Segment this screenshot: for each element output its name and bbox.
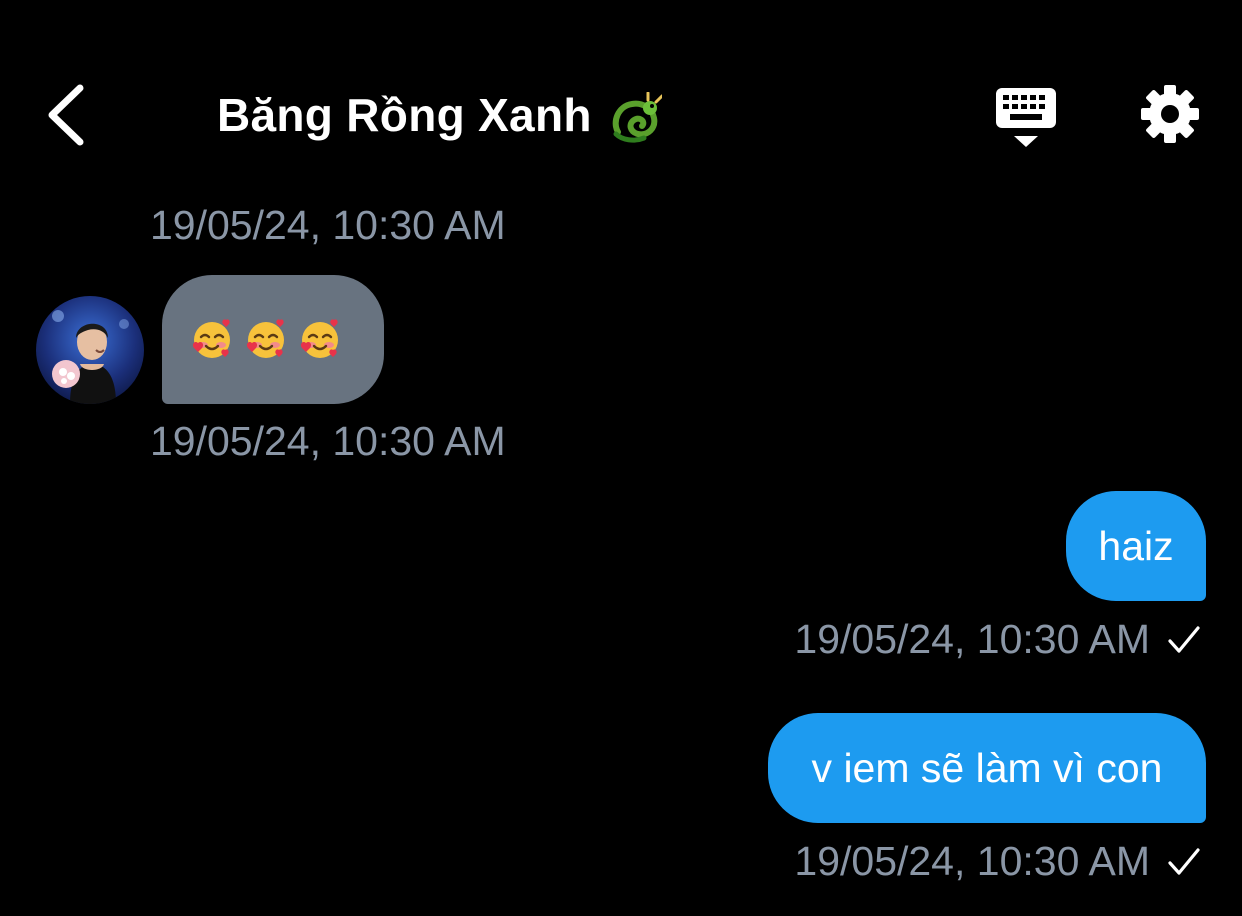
- keyboard-button[interactable]: [990, 84, 1062, 150]
- contact-avatar[interactable]: [36, 296, 144, 404]
- incoming-message-bubble[interactable]: [162, 275, 384, 404]
- gear-icon: [1141, 85, 1199, 143]
- avatar-photo: [36, 296, 144, 404]
- chevron-left-icon: [48, 84, 84, 146]
- check-icon: [1168, 848, 1200, 875]
- message-timestamp: 19/05/24, 10:30 AM: [150, 418, 506, 464]
- outgoing-message-bubble[interactable]: v iem sẽ làm vì con: [768, 713, 1206, 823]
- keyboard-icon: [996, 88, 1056, 147]
- message-timestamp: 19/05/24, 10:30 AM: [794, 616, 1150, 662]
- chat-header: Băng Rồng Xanh: [0, 0, 1242, 180]
- smiling-face-with-hearts-icon: [300, 318, 338, 358]
- dragon-emoji-icon: [612, 92, 662, 143]
- check-icon: [1168, 626, 1200, 653]
- smiling-face-with-hearts-icon: [192, 318, 230, 358]
- message-timestamp: 19/05/24, 10:30 AM: [150, 202, 506, 248]
- settings-button[interactable]: [1138, 82, 1202, 146]
- conversation-title: Băng Rồng Xanh: [217, 89, 592, 141]
- outgoing-message-bubble[interactable]: haiz: [1066, 491, 1206, 601]
- smiling-face-with-hearts-icon: [246, 318, 284, 358]
- message-timestamp: 19/05/24, 10:30 AM: [794, 838, 1150, 884]
- back-button[interactable]: [40, 80, 100, 150]
